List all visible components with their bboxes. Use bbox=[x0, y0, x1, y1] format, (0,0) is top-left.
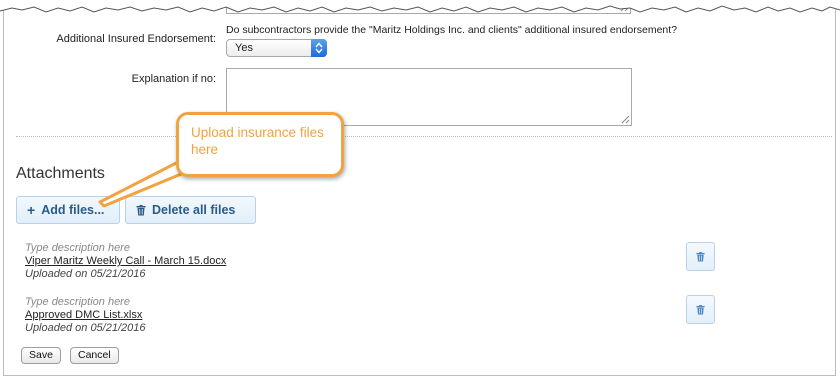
cancel-button[interactable]: Cancel bbox=[70, 347, 119, 364]
plus-icon: + bbox=[27, 202, 36, 218]
delete-all-files-button[interactable]: Delete all files bbox=[125, 196, 256, 224]
torn-edge bbox=[0, 0, 840, 13]
file-upload-date: Uploaded on 05/21/2016 bbox=[25, 268, 146, 280]
section-divider bbox=[16, 136, 832, 137]
trash-icon bbox=[696, 251, 705, 261]
file-description[interactable]: Type description here bbox=[25, 296, 146, 309]
attachments-title: Attachments bbox=[16, 165, 105, 182]
file-link[interactable]: Viper Maritz Weekly Call - March 15.docx bbox=[25, 255, 226, 268]
additional-insured-label: Additional Insured Endorsement: bbox=[56, 33, 216, 45]
callout-annotation: Upload insurance files here bbox=[176, 112, 344, 177]
add-files-label: Add files... bbox=[41, 203, 105, 217]
callout-text: Upload insurance files here bbox=[191, 125, 324, 157]
list-item: Type description here Viper Maritz Weekl… bbox=[25, 242, 226, 281]
delete-file-button[interactable] bbox=[686, 242, 715, 271]
select-value: Yes bbox=[235, 42, 253, 54]
file-upload-date: Uploaded on 05/21/2016 bbox=[25, 322, 146, 334]
delete-file-button[interactable] bbox=[686, 295, 715, 324]
additional-insured-select[interactable]: Yes bbox=[226, 39, 327, 57]
trash-icon bbox=[696, 304, 705, 314]
additional-insured-question: Do subcontractors provide the "Maritz Ho… bbox=[226, 24, 678, 36]
list-item: Type description here Approved DMC List.… bbox=[25, 296, 146, 335]
trash-icon bbox=[136, 204, 146, 215]
delete-all-label: Delete all files bbox=[152, 203, 236, 217]
resize-grip-icon[interactable] bbox=[621, 115, 630, 124]
save-button[interactable]: Save bbox=[21, 347, 61, 364]
chevron-updown-icon bbox=[311, 39, 327, 57]
file-link[interactable]: Approved DMC List.xlsx bbox=[25, 309, 146, 322]
explanation-label: Explanation if no: bbox=[131, 73, 216, 85]
file-description[interactable]: Type description here bbox=[25, 242, 226, 255]
add-files-button[interactable]: + Add files... bbox=[16, 196, 120, 224]
